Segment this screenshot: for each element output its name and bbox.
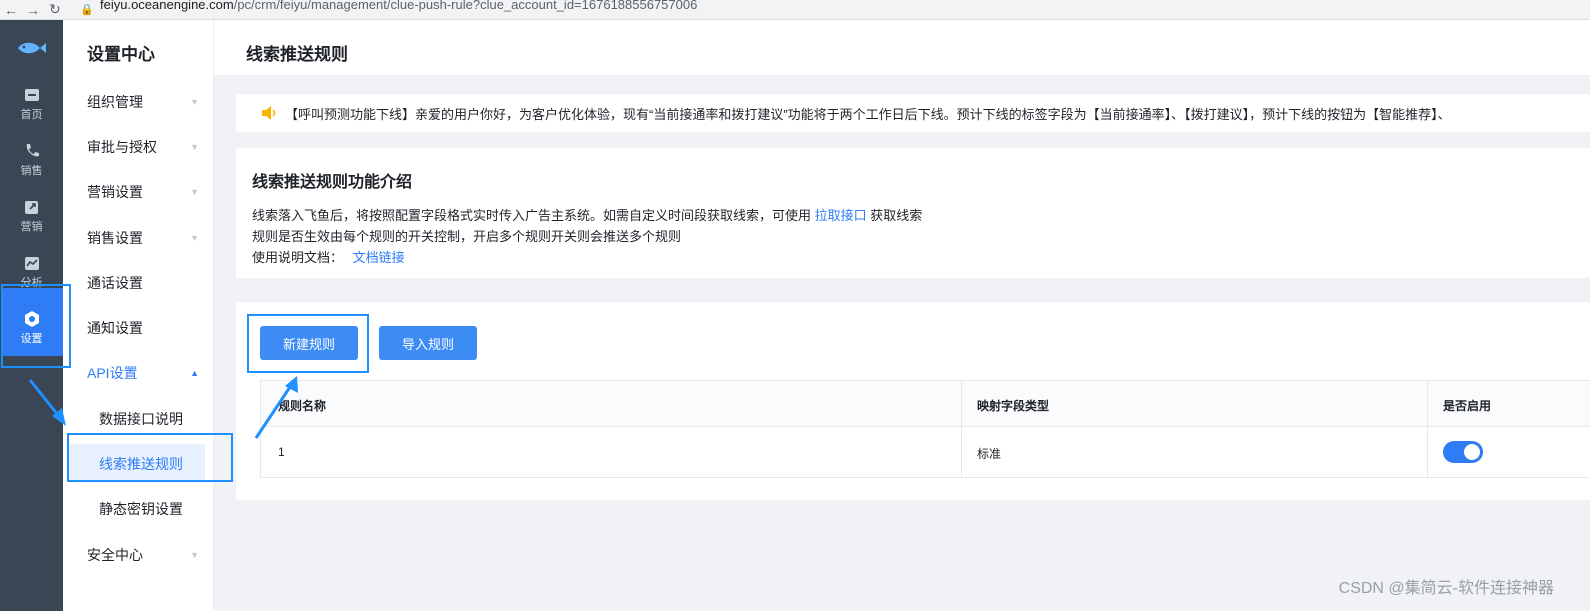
- watermark: CSDN @集简云-软件连接神器: [1338, 580, 1554, 597]
- arrow-to-button: [254, 383, 294, 439]
- annotation-arrows: [28, 376, 298, 439]
